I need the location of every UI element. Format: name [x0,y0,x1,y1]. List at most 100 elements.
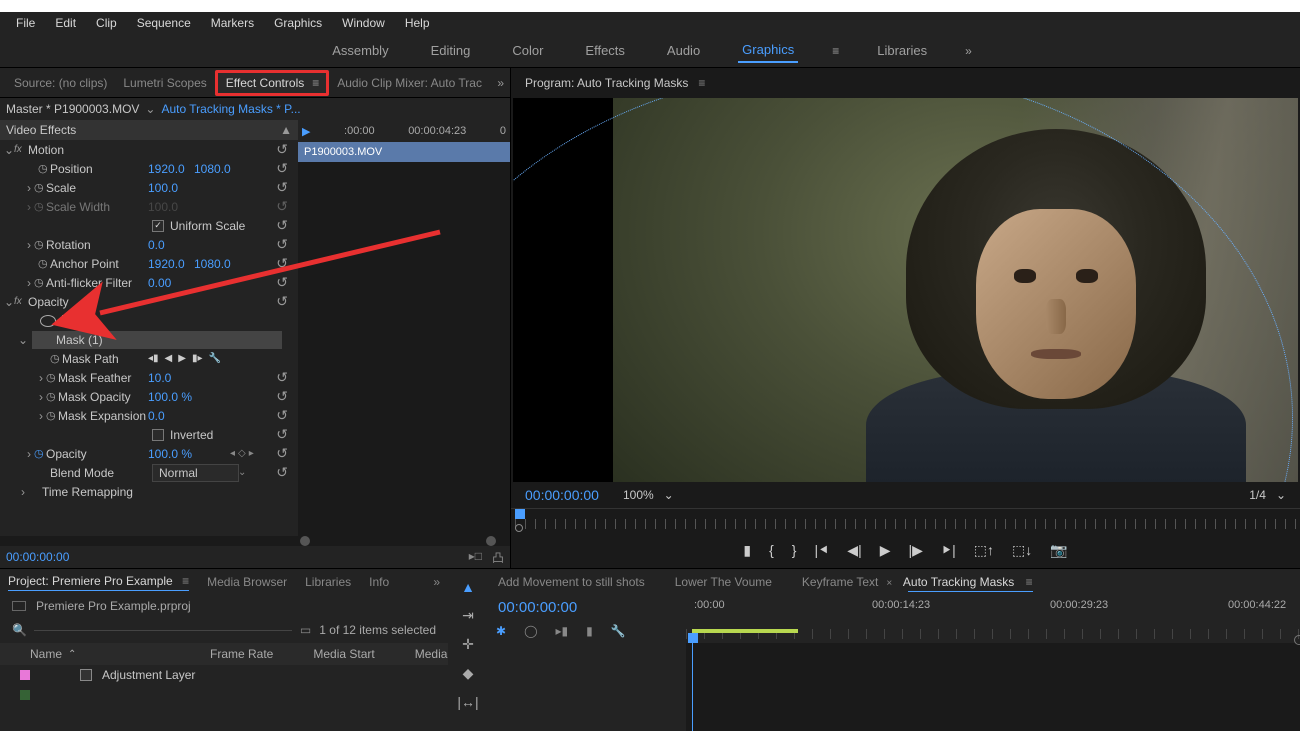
workspace-graphics[interactable]: Graphics [738,38,798,63]
timeline-tracks[interactable] [488,643,1300,731]
twirl-icon[interactable]: › [36,409,46,423]
program-marker-icon[interactable] [515,524,523,532]
tabs-overflow-icon[interactable]: » [497,76,504,90]
track-select-tool[interactable]: ⇥ [462,607,474,624]
anchor-x-value[interactable]: 1920.0 [148,257,185,271]
stopwatch-icon[interactable]: ◷ [34,181,46,194]
col-media-end[interactable]: Media [415,647,448,661]
tab-lumetri-scopes[interactable]: Lumetri Scopes [115,72,214,94]
tab-media-browser[interactable]: Media Browser [207,575,287,589]
reset-icon[interactable]: ↺ [276,293,294,310]
twirl-icon[interactable]: › [24,238,34,252]
search-icon[interactable]: 🔍 [12,623,26,637]
settings-icon[interactable]: 🔧 [611,624,626,638]
workspace-menu-icon[interactable]: ≡ [832,44,839,58]
track-area[interactable] [686,643,1300,731]
twirl-icon[interactable]: ⌄ [18,333,28,347]
marker-icon[interactable]: ▮ [586,624,593,638]
track-settings-icon[interactable]: 🔧 [208,353,220,364]
mask-1-header[interactable]: Mask (1) [32,331,282,349]
reset-icon[interactable]: ↺ [276,464,294,481]
rotation-value[interactable]: 0.0 [148,238,165,252]
workspace-libraries[interactable]: Libraries [873,39,931,62]
effect-hscroll[interactable] [0,536,510,546]
position-x-value[interactable]: 1920.0 [148,162,185,176]
workspace-audio[interactable]: Audio [663,39,704,62]
workspace-assembly[interactable]: Assembly [328,39,392,62]
stopwatch-icon[interactable]: ◷ [46,409,58,422]
effect-footer-timecode[interactable]: 00:00:00:00 [6,550,69,564]
workspace-effects[interactable]: Effects [581,39,629,62]
antiflicker-value[interactable]: 0.00 [148,276,171,290]
export-frame-button[interactable]: 📷 [1050,542,1067,559]
panel-menu-icon[interactable]: ≡ [698,76,705,90]
next-keyframe-icon[interactable]: ▸ [249,448,254,459]
sequence-clip-link[interactable]: Auto Tracking Masks * P... [161,102,300,116]
tab-effect-controls[interactable]: Effect Controls ≡ [215,70,330,96]
linked-selection-icon[interactable]: ◯ [524,624,537,638]
close-sequence-icon[interactable]: × [886,578,892,589]
inverted-checkbox[interactable] [152,429,164,441]
reset-icon[interactable]: ↺ [276,179,294,196]
workspace-overflow-icon[interactable]: » [965,44,972,58]
tab-source[interactable]: Source: (no clips) [6,72,115,94]
stopwatch-icon[interactable]: ◷ [34,276,46,289]
stopwatch-icon[interactable]: ◷ [46,371,58,384]
go-to-out-button[interactable]: ⯈| [941,542,956,559]
section-collapse-icon[interactable]: ▲ [280,123,292,137]
twirl-icon[interactable]: › [36,390,46,404]
seq-tab-2[interactable]: Keyframe Text [802,573,878,591]
program-timecode[interactable]: 00:00:00:00 [525,487,599,503]
track-forward-icon[interactable]: ▶ [178,353,186,364]
stopwatch-icon[interactable]: ◷ [38,162,50,175]
tab-libraries[interactable]: Libraries [305,575,351,589]
project-item[interactable] [0,685,448,705]
selection-tool[interactable]: ▲ [461,579,475,595]
track-back-icon[interactable]: ◀ [165,353,173,364]
panel-menu-icon[interactable]: ≡ [182,574,189,588]
menu-file[interactable]: File [6,16,45,30]
add-keyframe-icon[interactable]: ◇ [238,448,246,459]
go-to-in-button[interactable]: |⯇ [814,542,829,559]
col-media-start[interactable]: Media Start [313,647,374,661]
panel-menu-icon[interactable]: ≡ [1026,575,1033,589]
twirl-icon[interactable]: › [24,276,34,290]
program-playhead[interactable] [515,509,525,519]
track-fwd-one-icon[interactable]: ▮▸ [192,353,203,364]
ellipse-mask-button[interactable] [40,315,56,327]
prev-keyframe-icon[interactable]: ◂ [230,448,235,459]
program-zoom-dropdown[interactable]: 100% ⌄ [623,488,674,502]
stopwatch-icon[interactable]: ◷ [46,390,58,403]
stopwatch-icon[interactable]: ◷ [50,352,62,365]
uniform-scale-checkbox[interactable]: ✓ [152,220,164,232]
tab-audio-clip-mixer[interactable]: Audio Clip Mixer: Auto Trac [329,72,490,94]
workspace-editing[interactable]: Editing [427,39,475,62]
timeline-timecode[interactable]: 00:00:00:00 [488,599,686,616]
sort-asc-icon[interactable]: ⌃ [68,649,76,660]
scale-value[interactable]: 100.0 [148,181,178,195]
program-resolution-dropdown[interactable]: 1/4 ⌄ [1249,488,1286,502]
reset-icon[interactable]: ↺ [276,255,294,272]
timeline-zoom-knob[interactable] [1294,635,1300,645]
slip-tool[interactable]: |↔| [457,694,478,710]
reset-icon[interactable]: ↺ [276,388,294,405]
timeline-playhead-handle[interactable] [688,633,698,643]
reset-icon[interactable]: ↺ [276,407,294,424]
seq-tab-1[interactable]: Lower The Voume [675,573,772,591]
menu-clip[interactable]: Clip [86,16,127,30]
folder-filter-icon[interactable]: ▭ [300,623,311,637]
program-ruler[interactable] [511,508,1300,532]
scroll-knob-right[interactable] [486,536,496,546]
fx-motion-row[interactable]: ⌄ fx Motion ↺ [0,140,298,159]
menu-markers[interactable]: Markers [201,16,264,30]
tab-info[interactable]: Info [369,575,389,589]
fx-opacity-row[interactable]: ⌄ fx Opacity ↺ [0,292,298,311]
twirl-icon[interactable]: › [18,485,28,499]
reset-icon[interactable]: ↺ [276,445,294,462]
twirl-icon[interactable]: › [36,371,46,385]
tabs-overflow-icon[interactable]: » [433,575,440,589]
add-marker-button[interactable]: ▮ [743,542,751,559]
twirl-icon[interactable]: ⌄ [4,143,14,157]
reset-icon[interactable]: ↺ [276,274,294,291]
opacity-prop-value[interactable]: 100.0 % [148,447,192,461]
